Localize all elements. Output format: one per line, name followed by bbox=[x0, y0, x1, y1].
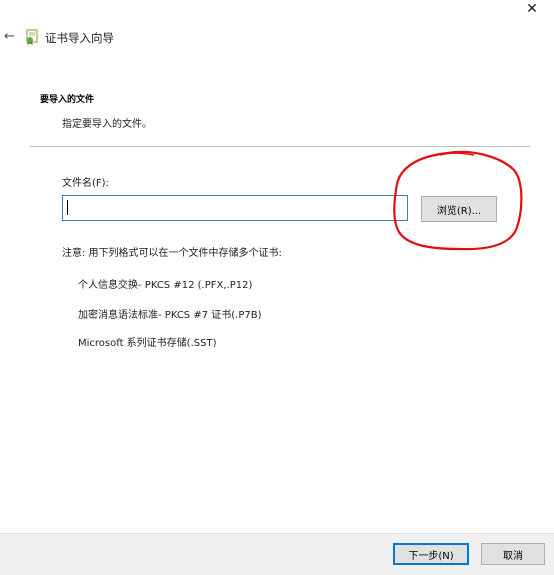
text-caret bbox=[67, 200, 68, 215]
format-item-pfx: 个人信息交换- PKCS #12 (.PFX,.P12) bbox=[78, 280, 253, 291]
wizard-title: 证书导入向导 bbox=[45, 31, 114, 45]
certificate-wizard-icon bbox=[26, 29, 38, 45]
close-button[interactable]: ✕ bbox=[520, 0, 544, 18]
format-item-sst: Microsoft 系列证书存储(.SST) bbox=[78, 338, 217, 349]
format-item-p7b: 加密消息语法标准- PKCS #7 证书(.P7B) bbox=[78, 310, 262, 321]
note-text: 注意: 用下列格式可以在一个文件中存储多个证书: bbox=[62, 248, 282, 259]
browse-button[interactable]: 浏览(R)... bbox=[421, 196, 497, 222]
cancel-button[interactable]: 取消 bbox=[481, 543, 545, 565]
filename-label: 文件名(F): bbox=[62, 178, 109, 189]
wizard-footer: 下一步(N) 取消 bbox=[0, 533, 554, 575]
section-heading: 要导入的文件 bbox=[40, 95, 95, 105]
next-button[interactable]: 下一步(N) bbox=[393, 543, 469, 565]
close-icon: ✕ bbox=[526, 1, 538, 17]
back-button[interactable]: ← bbox=[4, 30, 18, 44]
filename-input[interactable] bbox=[62, 195, 408, 221]
back-arrow-icon: ← bbox=[4, 29, 15, 44]
header-divider bbox=[30, 146, 530, 147]
section-subtitle: 指定要导入的文件。 bbox=[62, 119, 152, 130]
